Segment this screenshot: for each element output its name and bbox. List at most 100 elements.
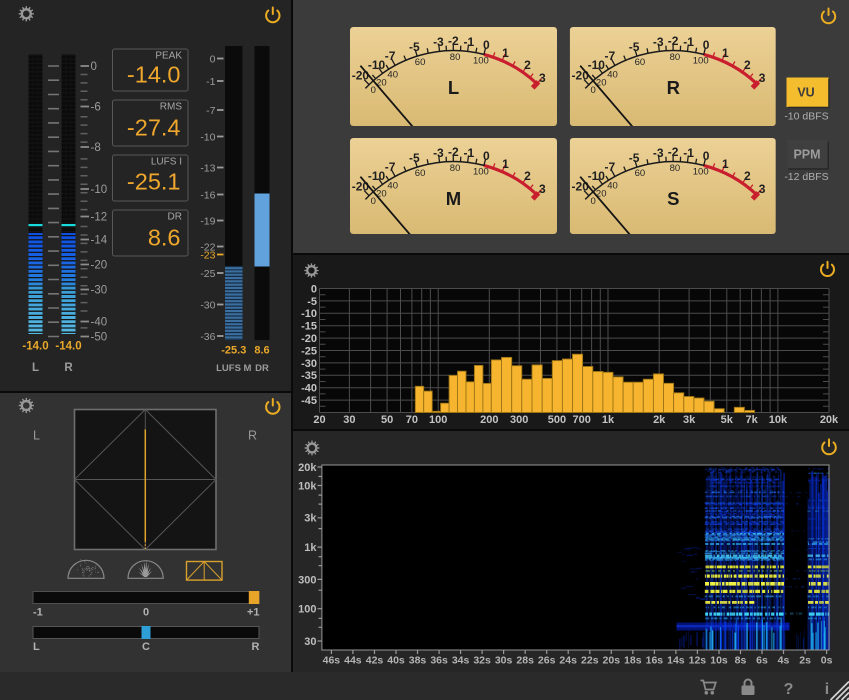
svg-text:1: 1	[722, 46, 729, 60]
svg-text:-7: -7	[385, 160, 396, 174]
svg-text:18s: 18s	[624, 655, 642, 667]
svg-text:2: 2	[524, 58, 531, 72]
svg-text:-5: -5	[307, 296, 317, 308]
svg-text:40: 40	[607, 70, 618, 81]
svg-text:-1: -1	[683, 146, 694, 160]
svg-text:M: M	[446, 188, 461, 209]
svg-text:100: 100	[693, 56, 709, 67]
svg-text:-10: -10	[91, 184, 108, 196]
svg-text:-10: -10	[301, 308, 317, 320]
svg-text:DR: DR	[255, 363, 269, 374]
svg-text:-30: -30	[301, 358, 317, 370]
svg-text:1k: 1k	[304, 542, 317, 554]
svg-text:20k: 20k	[298, 462, 317, 474]
svg-text:6s: 6s	[756, 655, 768, 667]
svg-text:R: R	[252, 641, 260, 653]
svg-text:1: 1	[502, 46, 509, 60]
svg-text:2s: 2s	[799, 655, 811, 667]
svg-text:10s: 10s	[710, 655, 728, 667]
svg-text:-1: -1	[33, 607, 43, 619]
svg-text:60: 60	[415, 57, 426, 68]
svg-text:-27.4: -27.4	[127, 115, 181, 141]
svg-text:3: 3	[759, 182, 766, 196]
svg-text:20: 20	[313, 414, 325, 426]
svg-text:i: i	[825, 681, 829, 698]
svg-text:0: 0	[483, 149, 490, 163]
svg-text:700: 700	[573, 414, 591, 426]
svg-text:-14.0: -14.0	[127, 62, 181, 88]
svg-text:-1: -1	[463, 146, 474, 160]
svg-text:-25: -25	[200, 268, 215, 280]
svg-text:30: 30	[343, 414, 355, 426]
svg-text:-16: -16	[200, 189, 215, 201]
svg-text:2: 2	[744, 58, 751, 72]
svg-text:40: 40	[387, 181, 398, 192]
svg-text:-10: -10	[368, 58, 386, 72]
svg-text:-30: -30	[91, 285, 108, 297]
svg-text:100: 100	[473, 56, 489, 67]
svg-text:L: L	[33, 641, 40, 653]
svg-text:-5: -5	[409, 40, 420, 54]
svg-text:-20: -20	[352, 69, 370, 83]
svg-text:-40: -40	[91, 317, 108, 329]
svg-text:-6: -6	[91, 102, 101, 114]
svg-text:200: 200	[480, 414, 498, 426]
svg-text:L: L	[33, 429, 40, 443]
svg-text:3k: 3k	[683, 414, 696, 426]
svg-text:-23: -23	[200, 249, 215, 261]
svg-text:VU: VU	[797, 86, 814, 100]
svg-text:0: 0	[210, 53, 216, 65]
svg-text:R: R	[667, 77, 680, 98]
svg-text:80: 80	[450, 52, 461, 63]
svg-text:C: C	[142, 641, 150, 653]
svg-text:-2: -2	[448, 34, 459, 48]
svg-text:40s: 40s	[387, 655, 405, 667]
svg-text:-25.3: -25.3	[221, 345, 246, 357]
svg-text:46s: 46s	[323, 655, 341, 667]
svg-text:-14.0: -14.0	[55, 341, 81, 353]
svg-text:-13: -13	[200, 162, 215, 174]
svg-text:42s: 42s	[366, 655, 384, 667]
svg-text:2: 2	[524, 169, 531, 183]
svg-text:30s: 30s	[495, 655, 513, 667]
svg-text:100: 100	[473, 167, 489, 178]
svg-text:-15: -15	[301, 321, 317, 333]
svg-text:-14: -14	[91, 235, 108, 247]
svg-text:RMS: RMS	[160, 102, 183, 113]
svg-text:R: R	[64, 362, 73, 374]
svg-text:500: 500	[548, 414, 566, 426]
svg-text:-40: -40	[301, 383, 317, 395]
svg-text:60: 60	[635, 57, 646, 68]
svg-text:38s: 38s	[409, 655, 427, 667]
svg-text:L: L	[448, 77, 459, 98]
svg-text:-45: -45	[301, 395, 317, 407]
svg-text:0: 0	[703, 149, 710, 163]
svg-text:28s: 28s	[516, 655, 534, 667]
svg-text:300: 300	[510, 414, 528, 426]
svg-text:1: 1	[502, 157, 509, 171]
svg-text:8.6: 8.6	[148, 225, 181, 251]
svg-text:PPM: PPM	[793, 148, 820, 162]
svg-text:22s: 22s	[581, 655, 599, 667]
svg-text:-10: -10	[368, 169, 386, 183]
svg-text:-12 dBFS: -12 dBFS	[784, 171, 828, 183]
svg-text:100: 100	[429, 414, 447, 426]
svg-text:-3: -3	[433, 35, 444, 49]
svg-text:14s: 14s	[667, 655, 685, 667]
svg-text:+1: +1	[247, 607, 260, 619]
svg-text:16s: 16s	[646, 655, 664, 667]
svg-text:40: 40	[387, 70, 398, 81]
svg-text:24s: 24s	[559, 655, 577, 667]
svg-text:-5: -5	[409, 151, 420, 165]
svg-text:-36: -36	[200, 331, 215, 343]
svg-text:-19: -19	[200, 215, 215, 227]
svg-text:-30: -30	[200, 299, 215, 311]
svg-text:100: 100	[298, 604, 316, 616]
svg-text:0: 0	[143, 607, 149, 619]
svg-text:-1: -1	[683, 35, 694, 49]
svg-text:-20: -20	[572, 180, 590, 194]
svg-text:-35: -35	[301, 370, 317, 382]
svg-text:-10: -10	[588, 58, 606, 72]
svg-text:-25.1: -25.1	[127, 169, 181, 195]
svg-text:LUFS I: LUFS I	[151, 157, 182, 168]
